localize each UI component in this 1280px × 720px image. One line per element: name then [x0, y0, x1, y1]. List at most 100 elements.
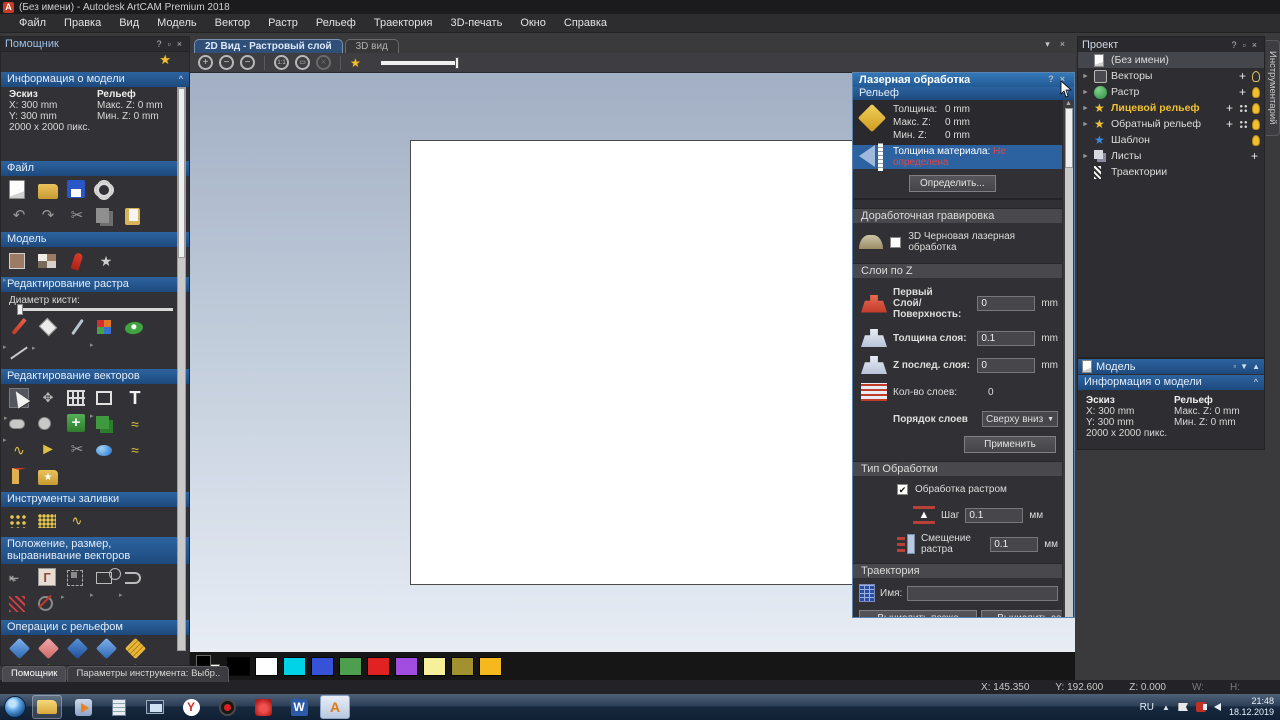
toolpath-name-input[interactable] [907, 586, 1058, 601]
join-open-vectors-icon[interactable] [125, 568, 145, 588]
dock-down-icon[interactable]: ▼ [1240, 362, 1248, 371]
menu-relief[interactable]: Рельеф [307, 15, 365, 31]
zoom-1to1-icon[interactable]: 1:1 [274, 55, 289, 70]
model-info-header-row[interactable]: Информация о модели ^ [1078, 375, 1264, 390]
fill-polyline-icon[interactable]: ∿ [67, 511, 87, 531]
copy-icon[interactable] [96, 206, 116, 226]
taskbar-explorer-icon[interactable] [32, 695, 62, 719]
taskbar-yandex-browser-icon[interactable]: Y [176, 695, 206, 719]
vector-library-icon[interactable]: ★ [38, 466, 58, 486]
menu-raster[interactable]: Растр [259, 15, 307, 31]
taskbar-calculator-icon[interactable] [104, 695, 134, 719]
add-color-icon[interactable] [96, 317, 116, 337]
visibility-bulb-icon[interactable] [1252, 135, 1260, 146]
laser-panel-scrollbar[interactable]: ▲ ▼ [1062, 100, 1074, 618]
pin-icon[interactable]: ▫ [1240, 40, 1249, 50]
first-layer-input[interactable] [977, 296, 1035, 311]
copy-vectors-icon[interactable] [96, 414, 116, 434]
section-model[interactable]: Модель ^ [1, 232, 189, 247]
menu-toolpath[interactable]: Траектория [365, 15, 442, 31]
step-input[interactable] [965, 508, 1023, 523]
measure-tape-icon[interactable] [38, 414, 58, 434]
center-selection-icon[interactable] [67, 568, 87, 588]
pick-color-icon[interactable] [67, 317, 87, 337]
apply-button[interactable]: Применить [964, 436, 1056, 453]
layer-order-select[interactable]: Сверху вниз ▼ [982, 411, 1058, 427]
color-swatch[interactable] [423, 657, 446, 676]
section-vector-edit[interactable]: Редактирование векторов ^ [1, 369, 189, 384]
z-last-layer-input[interactable] [977, 358, 1035, 373]
color-palette-icon[interactable] [38, 251, 58, 271]
menu-window[interactable]: Окно [511, 15, 555, 31]
zoom-fit-icon[interactable]: ▭ [295, 55, 310, 70]
draw-line-icon[interactable] [9, 343, 29, 363]
tree-item-back-relief[interactable]: ► ★ Обратный рельеф + [1078, 116, 1264, 132]
color-swatch[interactable] [283, 657, 306, 676]
tab-assistant[interactable]: Помощник [2, 666, 66, 682]
color-swatch[interactable] [339, 657, 362, 676]
levels-icon[interactable] [1239, 104, 1248, 113]
model-sheet[interactable] [410, 140, 855, 585]
taskbar-media-player-icon[interactable] [68, 695, 98, 719]
tray-expand-icon[interactable]: ▲ [1162, 703, 1170, 712]
no-overlap-icon[interactable] [38, 594, 58, 614]
relief-texture-icon[interactable] [125, 639, 145, 659]
levels-icon[interactable] [1239, 120, 1248, 129]
favorites-star-icon[interactable]: ★ [159, 52, 171, 68]
measure-icon[interactable] [9, 414, 29, 434]
color-swatch[interactable] [311, 657, 334, 676]
tree-item-front-relief[interactable]: ► ★ Лицевой рельеф + [1078, 100, 1264, 116]
fill-pattern-icon[interactable] [38, 511, 58, 531]
taskbar-video-editor-icon[interactable] [140, 695, 170, 719]
add-icon[interactable]: + [1224, 117, 1235, 131]
section-model-info[interactable]: Информация о модели ^ [1, 72, 189, 87]
tab-toolbox-vertical[interactable]: Инструментарий [1266, 40, 1280, 136]
help-icon[interactable]: ? [1045, 74, 1057, 86]
fill-dots-icon[interactable] [9, 511, 29, 531]
view-slider[interactable] [381, 61, 459, 65]
expand-icon[interactable]: ► [1082, 121, 1090, 128]
smooth-blob-icon[interactable] [96, 440, 116, 460]
color-swatch[interactable] [395, 657, 418, 676]
erase-icon[interactable] [38, 317, 58, 337]
calculate-now-button[interactable]: Вычислить сейчас [981, 610, 1075, 618]
collapse-icon[interactable]: ^ [1254, 376, 1258, 388]
mirror-vectors-icon[interactable] [9, 466, 29, 486]
menu-model[interactable]: Модель [148, 15, 205, 31]
tab-2d-view[interactable]: 2D Вид - Растровый слой [194, 39, 343, 53]
select-vectors-icon[interactable] [9, 388, 29, 408]
close-icon[interactable]: × [1249, 40, 1260, 50]
color-swatch[interactable] [479, 657, 502, 676]
calculate-later-button[interactable]: Вычислить позже [859, 610, 977, 618]
create-text-icon[interactable]: T [125, 388, 145, 408]
color-swatch[interactable] [227, 657, 250, 676]
tree-item-template[interactable]: ★ Шаблон [1078, 132, 1264, 148]
set-model-size-icon[interactable] [9, 251, 29, 271]
define-material-button[interactable]: Определить... [909, 175, 996, 192]
menu-edit[interactable]: Правка [55, 15, 110, 31]
help-icon[interactable]: ? [154, 39, 165, 49]
add-icon[interactable]: + [1237, 69, 1248, 83]
relief-pyramid-icon[interactable] [9, 639, 29, 659]
pin-icon[interactable]: ▫ [1233, 362, 1236, 371]
expand-icon[interactable]: ► [1082, 89, 1090, 96]
relief-peak-icon[interactable] [67, 639, 87, 659]
layer-thickness-input[interactable] [977, 331, 1035, 346]
tab-menu-icon[interactable]: ▾ [1045, 39, 1050, 50]
tree-item-raster[interactable]: ► Растр + [1078, 84, 1264, 100]
scroll-up-icon[interactable]: ▲ [1065, 100, 1072, 107]
section-relief-ops[interactable]: Операции с рельефом ^ [1, 620, 189, 635]
dock-up-icon[interactable]: ▲ [1252, 362, 1260, 371]
cut-icon[interactable]: ✂ [67, 206, 87, 226]
trim-vectors-icon[interactable]: ✂ [67, 440, 87, 460]
create-rectangle-icon[interactable] [96, 388, 116, 408]
visibility-bulb-icon[interactable] [1252, 71, 1260, 82]
expand-icon[interactable]: ► [1082, 73, 1090, 80]
taskbar-huawei-icon[interactable] [248, 695, 278, 719]
close-vector-icon[interactable]: ► [38, 440, 58, 460]
visibility-bulb-icon[interactable] [1252, 87, 1260, 98]
brush-diameter-slider[interactable] [17, 308, 173, 311]
language-indicator[interactable]: RU [1140, 702, 1154, 713]
tree-item-vectors[interactable]: ► Векторы + [1078, 68, 1264, 84]
save-model-icon[interactable] [67, 180, 87, 200]
